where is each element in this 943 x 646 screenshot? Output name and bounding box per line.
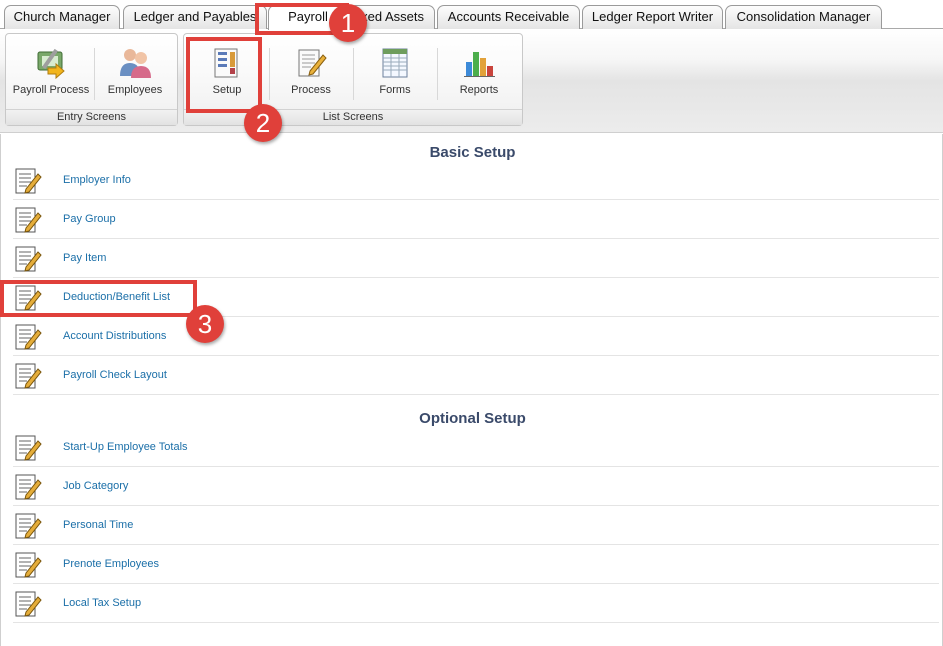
edit-document-icon — [15, 324, 42, 350]
tab-accounts-receivable[interactable]: Accounts Receivable — [437, 5, 580, 29]
setup-link[interactable]: Job Category — [63, 480, 128, 492]
tab-consolidation-manager[interactable]: Consolidation Manager — [725, 5, 882, 29]
optional-setup-heading: Optional Setup — [419, 410, 526, 427]
setup-link[interactable]: Start-Up Employee Totals — [63, 441, 188, 453]
process-button[interactable]: Process — [270, 34, 352, 108]
callout-badge-1: 1 — [329, 4, 367, 42]
edit-document-icon — [15, 246, 42, 272]
setup-link[interactable]: Pay Group — [63, 213, 116, 225]
reports-label: Reports — [459, 84, 499, 96]
setup-link[interactable]: Prenote Employees — [63, 558, 159, 570]
setup-list-row[interactable]: Account Distributions — [13, 317, 939, 356]
setup-link[interactable]: Payroll Check Layout — [63, 369, 167, 381]
reports-button[interactable]: Reports — [438, 34, 520, 108]
setup-link[interactable]: Personal Time — [63, 519, 133, 531]
edit-document-icon — [15, 435, 42, 461]
tab-label: Ledger Report Writer — [591, 9, 714, 24]
ribbon-group-entry-screens: Payroll Process Employees Entry Screens — [5, 33, 178, 126]
setup-list-row[interactable]: Start-Up Employee Totals — [13, 428, 939, 467]
employees-button[interactable]: Employees — [95, 34, 175, 108]
basic-setup-heading: Basic Setup — [429, 144, 516, 161]
setup-list-row[interactable]: Pay Item — [13, 239, 939, 278]
process-icon — [298, 49, 327, 77]
callout-highlight-deduction-benefit — [0, 280, 197, 317]
setup-list-row[interactable]: Local Tax Setup — [13, 584, 939, 623]
forms-button[interactable]: Forms — [354, 34, 436, 108]
tab-ledger-report-writer[interactable]: Ledger Report Writer — [582, 5, 723, 29]
payroll-process-button[interactable]: Payroll Process — [8, 34, 94, 108]
setup-list-row[interactable]: Job Category — [13, 467, 939, 506]
payroll-process-icon — [37, 48, 65, 80]
setup-link[interactable]: Local Tax Setup — [63, 597, 141, 609]
setup-list-row[interactable]: Payroll Check Layout — [13, 356, 939, 395]
module-tab-bar: Church Manager Ledger and Payables Payro… — [0, 0, 943, 30]
tab-label: Accounts Receivable — [447, 9, 570, 24]
tab-label: Church Manager — [13, 9, 111, 24]
forms-icon — [382, 48, 408, 78]
tab-church-manager[interactable]: Church Manager — [4, 5, 120, 29]
setup-list-row[interactable]: Employer Info — [13, 161, 939, 200]
employees-label: Employees — [107, 84, 163, 96]
edit-document-icon — [15, 168, 42, 194]
callout-badge-2: 2 — [244, 104, 282, 142]
edit-document-icon — [15, 591, 42, 617]
edit-document-icon — [15, 552, 42, 578]
tab-label: Consolidation Manager — [736, 9, 871, 24]
setup-list-row[interactable]: Personal Time — [13, 506, 939, 545]
edit-document-icon — [15, 513, 42, 539]
entry-screens-caption: Entry Screens — [6, 109, 177, 125]
callout-highlight-setup-button — [186, 37, 262, 113]
tab-label: Ledger and Payables — [133, 9, 257, 24]
setup-link[interactable]: Pay Item — [63, 252, 106, 264]
edit-document-icon — [15, 474, 42, 500]
forms-label: Forms — [379, 84, 411, 96]
payroll-process-label: Payroll Process — [12, 84, 90, 96]
setup-list-row[interactable]: Prenote Employees — [13, 545, 939, 584]
callout-badge-3: 3 — [186, 305, 224, 343]
edit-document-icon — [15, 363, 42, 389]
setup-list-row[interactable]: Pay Group — [13, 200, 939, 239]
employees-icon — [120, 49, 151, 78]
edit-document-icon — [15, 207, 42, 233]
process-label: Process — [291, 84, 331, 96]
setup-list-panel: Basic Setup Employer Info Pay Group Pay It… — [0, 134, 943, 646]
setup-link[interactable]: Employer Info — [63, 174, 131, 186]
reports-icon — [464, 52, 495, 77]
tab-ledger-and-payables[interactable]: Ledger and Payables — [123, 5, 267, 29]
setup-link[interactable]: Account Distributions — [63, 330, 166, 342]
